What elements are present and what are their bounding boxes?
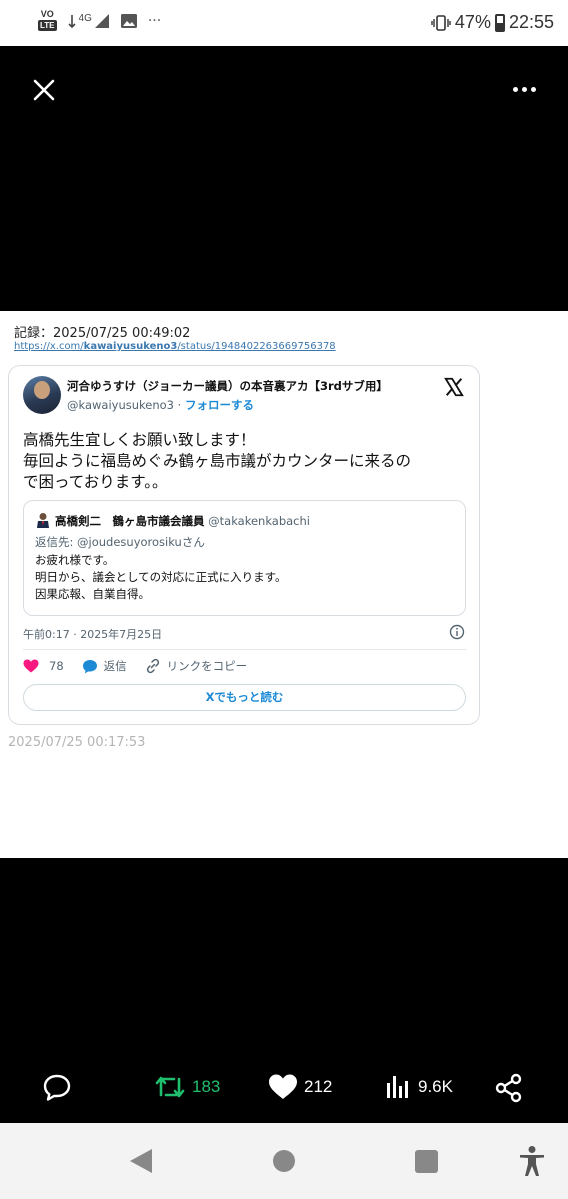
viewer-top-area [0, 46, 568, 311]
back-icon[interactable] [130, 1149, 152, 1173]
tweet-actions: 78 返信 リンクをコピー [23, 658, 265, 674]
author-handle: @kawaiyusukeno3 · [67, 398, 185, 412]
network-type: 4G [78, 12, 92, 24]
tweet-body-line: 高橋先生宜しくお願い致します！ [23, 431, 256, 449]
follow-link: フォローする [184, 398, 254, 412]
quote-author-handle: @takakenkabachi [204, 514, 310, 528]
accessibility-icon[interactable] [518, 1145, 546, 1177]
link-icon [146, 658, 159, 674]
post-image[interactable]: 記録：2025/07/25 00:49:02 https://x.com/kaw… [0, 311, 568, 858]
tweet-body-line: 毎回ように福島めぐみ鶴ヶ島市議がカウンターに来るの [23, 452, 411, 470]
views-icon [387, 1076, 408, 1098]
signal-icon: 4G [67, 13, 110, 29]
home-icon[interactable] [273, 1150, 295, 1172]
tweet-body-line: で困っております。。 [23, 473, 168, 491]
quote-body-line: 因果応報、自業自得。 [35, 587, 150, 601]
status-bar: VO LTE 4G ··· 47% 22:55 [0, 0, 568, 46]
share-icon [495, 1073, 522, 1103]
quote-body-line: お疲れ様です。 [35, 553, 115, 567]
gallery-icon [120, 13, 137, 28]
navigation-bar [0, 1123, 568, 1199]
author-avatar [23, 376, 61, 414]
copy-link-action: リンクをコピー [145, 658, 248, 674]
url-prefix: https://x.com/ [14, 341, 84, 352]
views-button[interactable]: 9.6K [384, 1073, 453, 1101]
like-count: 78 [49, 659, 64, 673]
engagement-bar: 183 212 9.6K [0, 1070, 568, 1108]
like-action: 78 [23, 659, 64, 673]
author-name: 河合ゆうすけ（ジョーカー議員）の本音裏アカ【3rdサブ用】 [67, 379, 388, 393]
like-count: 212 [304, 1077, 333, 1096]
url-suffix: /status/1948402263669756378 [177, 341, 336, 352]
close-icon[interactable] [30, 76, 58, 104]
x-logo-icon [444, 377, 464, 397]
retweet-icon [155, 1076, 185, 1098]
clock: 22:55 [508, 12, 554, 32]
read-more-on-x-button: Xでもっと読む [23, 684, 466, 711]
reply-button[interactable] [42, 1073, 72, 1101]
copy-link-label: リンクをコピー [166, 659, 248, 673]
info-icon [449, 624, 465, 640]
retweet-button[interactable]: 183 [154, 1073, 220, 1101]
battery-icon [494, 13, 505, 32]
vibrate-icon [431, 14, 451, 31]
author-handle-line: @kawaiyusukeno3 · フォローする [67, 397, 254, 413]
record-line: 記録：2025/07/25 00:49:02 [14, 326, 191, 341]
quote-author-name: 高橋剣二 鶴ヶ島市議会議員 [55, 514, 205, 528]
embedded-tweet-card: 河合ゆうすけ（ジョーカー議員）の本音裏アカ【3rdサブ用】 @kawaiyusu… [8, 365, 480, 725]
reply-bubble-icon [82, 659, 97, 673]
divider [23, 649, 466, 650]
quote-body-line: 明日から、議会としての対応に正式に入ります。 [35, 570, 287, 584]
capture-timestamp: 2025/07/25 00:17:53 [8, 735, 146, 750]
status-left-icons: VO LTE 4G ··· [38, 10, 161, 31]
tweet-body: 高橋先生宜しくお願い致します！ 毎回ように福島めぐみ鶴ヶ島市議がカウンターに来る… [23, 430, 469, 493]
more-icon[interactable] [510, 80, 538, 98]
lte-label: LTE [38, 20, 57, 31]
status-right: 47% 22:55 [431, 12, 554, 33]
heart-icon [23, 659, 39, 673]
quote-author: 高橋剣二 鶴ヶ島市議会議員 @takakenkabachi [55, 513, 310, 529]
source-url: https://x.com/kawaiyusukeno3/status/1948… [14, 341, 336, 352]
heart-icon [269, 1074, 297, 1099]
volte-label: VO [40, 9, 54, 19]
battery-percent: 47% [454, 12, 491, 32]
volte-icon: VO LTE [38, 10, 57, 31]
reply-action: 返信 [82, 658, 127, 674]
more-notifications-icon: ··· [147, 12, 162, 29]
tweet-timestamp: 午前0:17 · 2025年7月25日 [23, 628, 163, 641]
recent-apps-icon[interactable] [415, 1150, 438, 1173]
quote-reply-to: 返信先: @joudesuyorosikuさん [35, 535, 205, 549]
quoted-tweet: 高橋剣二 鶴ヶ島市議会議員 @takakenkabachi 返信先: @joud… [23, 500, 466, 616]
url-handle: kawaiyusukeno3 [83, 341, 178, 352]
views-count: 9.6K [418, 1077, 453, 1096]
quote-avatar [37, 513, 49, 528]
retweet-count: 183 [192, 1077, 221, 1096]
share-button[interactable] [494, 1073, 524, 1103]
reply-label: 返信 [103, 659, 127, 673]
like-button[interactable]: 212 [268, 1073, 332, 1101]
quote-body: お疲れ様です。 明日から、議会としての対応に正式に入ります。 因果応報、自業自得… [35, 552, 287, 603]
reply-icon [43, 1074, 71, 1101]
